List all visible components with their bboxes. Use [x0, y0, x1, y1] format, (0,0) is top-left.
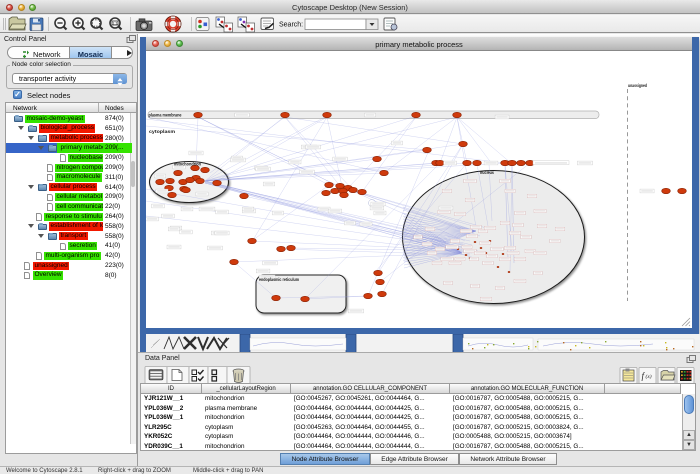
- svg-text:1:1: 1:1: [112, 21, 118, 26]
- svg-text:mitochondrion: mitochondrion: [174, 161, 201, 166]
- svg-text:unassigned: unassigned: [628, 83, 647, 88]
- svg-text:Search:: Search:: [279, 22, 303, 29]
- svg-text:(x): (x): [646, 373, 652, 380]
- svg-text:plasma membrane: plasma membrane: [149, 112, 182, 117]
- svg-text:cytoplasm: cytoplasm: [149, 128, 175, 134]
- svg-text:endoplasmic reticulum: endoplasmic reticulum: [259, 277, 299, 282]
- svg-text:nucleus: nucleus: [480, 169, 495, 174]
